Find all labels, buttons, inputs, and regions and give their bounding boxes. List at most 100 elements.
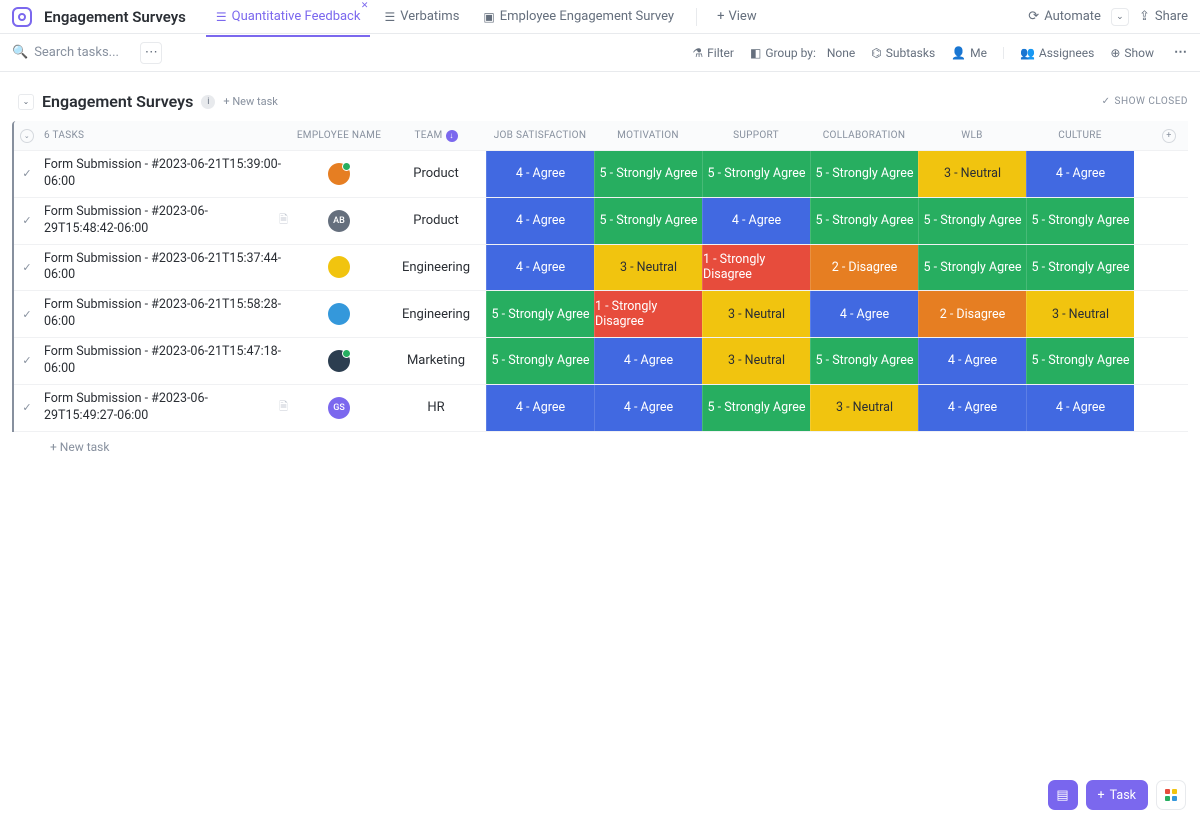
col-collaboration[interactable]: COLLABORATION — [810, 130, 918, 141]
assignees-button[interactable]: 👥Assignees — [1020, 46, 1094, 60]
add-task-row[interactable]: + New task — [12, 432, 1188, 462]
metric-cell[interactable]: 3 - Neutral — [594, 245, 702, 291]
metric-cell[interactable]: 3 - Neutral — [918, 151, 1026, 197]
search-options-button[interactable]: ⋯ — [140, 42, 162, 64]
col-culture[interactable]: CULTURE — [1026, 130, 1134, 141]
team-cell[interactable]: Engineering — [386, 245, 486, 291]
doc-icon[interactable]: 🗎 — [279, 213, 288, 228]
share-button[interactable]: ⇪ Share — [1139, 9, 1188, 24]
metric-cell[interactable]: 5 - Strongly Agree — [594, 198, 702, 244]
task-name-cell[interactable]: Form Submission - #2023-06-21T15:37:44-0… — [40, 245, 292, 291]
table-row[interactable]: ✓Form Submission - #2023-06-21T15:37:44-… — [14, 245, 1188, 292]
table-row[interactable]: ✓Form Submission - #2023-06-21T15:39:00-… — [14, 151, 1188, 198]
avatar[interactable] — [328, 350, 350, 372]
status-check-icon[interactable]: ✓ — [14, 245, 40, 291]
status-check-icon[interactable]: ✓ — [14, 385, 40, 431]
metric-cell[interactable]: 3 - Neutral — [702, 291, 810, 337]
task-name-cell[interactable]: Form Submission - #2023-06-21T15:58:28-0… — [40, 291, 292, 337]
col-support[interactable]: SUPPORT — [702, 130, 810, 141]
filter-button[interactable]: ⚗Filter — [692, 46, 734, 60]
create-task-button[interactable]: + Task — [1086, 780, 1148, 810]
employee-cell[interactable] — [292, 245, 386, 291]
employee-cell[interactable]: GS — [292, 385, 386, 431]
new-task-button[interactable]: + New task — [223, 95, 277, 108]
search-input[interactable] — [34, 45, 134, 60]
automate-button[interactable]: ⟳ Automate — [1028, 9, 1101, 24]
more-options-button[interactable]: ⋯ — [1174, 45, 1188, 60]
metric-cell[interactable]: 1 - Strongly Disagree — [594, 291, 702, 337]
metric-cell[interactable]: 4 - Agree — [702, 198, 810, 244]
metric-cell[interactable]: 5 - Strongly Agree — [486, 291, 594, 337]
metric-cell[interactable]: 2 - Disagree — [810, 245, 918, 291]
me-button[interactable]: 👤Me — [951, 46, 987, 60]
metric-cell[interactable]: 5 - Strongly Agree — [702, 385, 810, 431]
metric-cell[interactable]: 4 - Agree — [594, 385, 702, 431]
employee-cell[interactable] — [292, 338, 386, 384]
task-name-cell[interactable]: Form Submission - #2023-06-21T15:47:18-0… — [40, 338, 292, 384]
close-icon[interactable]: ✕ — [361, 1, 369, 11]
metric-cell[interactable]: 4 - Agree — [810, 291, 918, 337]
metric-cell[interactable]: 5 - Strongly Agree — [810, 151, 918, 197]
metric-cell[interactable]: 5 - Strongly Agree — [1026, 338, 1134, 384]
table-row[interactable]: ✓Form Submission - #2023-06-29T15:48:42-… — [14, 198, 1188, 245]
metric-cell[interactable]: 3 - Neutral — [1026, 291, 1134, 337]
col-motivation[interactable]: MOTIVATION — [594, 130, 702, 141]
metric-cell[interactable]: 5 - Strongly Agree — [1026, 198, 1134, 244]
metric-cell[interactable]: 4 - Agree — [594, 338, 702, 384]
metric-cell[interactable]: 4 - Agree — [486, 385, 594, 431]
col-job-satisfaction[interactable]: JOB SATISFACTION — [486, 130, 594, 141]
metric-cell[interactable]: 4 - Agree — [918, 385, 1026, 431]
avatar[interactable] — [328, 256, 350, 278]
task-name-cell[interactable]: Form Submission - #2023-06-29T15:49:27-0… — [40, 385, 292, 431]
avatar[interactable] — [328, 303, 350, 325]
metric-cell[interactable]: 2 - Disagree — [918, 291, 1026, 337]
col-wlb[interactable]: WLB — [918, 130, 1026, 141]
team-cell[interactable]: Marketing — [386, 338, 486, 384]
add-column-button[interactable]: + — [1162, 129, 1176, 143]
metric-cell[interactable]: 4 - Agree — [918, 338, 1026, 384]
team-cell[interactable]: Product — [386, 198, 486, 244]
collapse-toggle[interactable]: ⌄ — [18, 94, 34, 110]
employee-cell[interactable] — [292, 151, 386, 197]
notepad-button[interactable]: ▤ — [1048, 780, 1078, 810]
status-check-icon[interactable]: ✓ — [14, 338, 40, 384]
metric-cell[interactable]: 5 - Strongly Agree — [486, 338, 594, 384]
metric-cell[interactable]: 5 - Strongly Agree — [918, 245, 1026, 291]
status-check-icon[interactable]: ✓ — [14, 291, 40, 337]
col-team[interactable]: TEAM ↓ — [386, 130, 486, 142]
metric-cell[interactable]: 3 - Neutral — [810, 385, 918, 431]
automate-dropdown[interactable]: ⌄ — [1111, 8, 1129, 26]
metric-cell[interactable]: 5 - Strongly Agree — [702, 151, 810, 197]
subtasks-button[interactable]: ⌬Subtasks — [871, 46, 935, 60]
doc-icon[interactable]: 🗎 — [279, 400, 288, 415]
status-check-icon[interactable]: ✓ — [14, 151, 40, 197]
tab-verbatims[interactable]: ☰ Verbatims — [374, 3, 469, 30]
show-closed-button[interactable]: ✓ SHOW CLOSED — [1102, 96, 1188, 107]
metric-cell[interactable]: 4 - Agree — [486, 151, 594, 197]
metric-cell[interactable]: 5 - Strongly Agree — [918, 198, 1026, 244]
metric-cell[interactable]: 4 - Agree — [486, 245, 594, 291]
status-check-icon[interactable]: ✓ — [14, 198, 40, 244]
avatar[interactable]: GS — [328, 397, 350, 419]
task-name-cell[interactable]: Form Submission - #2023-06-21T15:39:00-0… — [40, 151, 292, 197]
col-tasks[interactable]: 6 TASKS — [40, 130, 292, 141]
expand-all-toggle[interactable]: ⌄ — [20, 129, 34, 143]
table-row[interactable]: ✓Form Submission - #2023-06-29T15:49:27-… — [14, 385, 1188, 432]
col-employee-name[interactable]: EMPLOYEE NAME — [292, 130, 386, 141]
add-view-button[interactable]: + View — [709, 5, 765, 28]
table-row[interactable]: ✓Form Submission - #2023-06-21T15:58:28-… — [14, 291, 1188, 338]
group-by-button[interactable]: ◧ Group by: None — [750, 46, 855, 60]
metric-cell[interactable]: 4 - Agree — [1026, 385, 1134, 431]
team-cell[interactable]: HR — [386, 385, 486, 431]
avatar[interactable] — [328, 163, 350, 185]
tab-employee-engagement-survey[interactable]: ▣ Employee Engagement Survey — [473, 3, 684, 30]
metric-cell[interactable]: 5 - Strongly Agree — [1026, 245, 1134, 291]
team-cell[interactable]: Product — [386, 151, 486, 197]
apps-button[interactable] — [1156, 780, 1186, 810]
show-button[interactable]: ⊕Show — [1110, 46, 1154, 60]
metric-cell[interactable]: 5 - Strongly Agree — [810, 338, 918, 384]
metric-cell[interactable]: 1 - Strongly Disagree — [702, 245, 810, 291]
task-name-cell[interactable]: Form Submission - #2023-06-29T15:48:42-0… — [40, 198, 292, 244]
avatar[interactable]: AB — [328, 210, 350, 232]
metric-cell[interactable]: 4 - Agree — [486, 198, 594, 244]
